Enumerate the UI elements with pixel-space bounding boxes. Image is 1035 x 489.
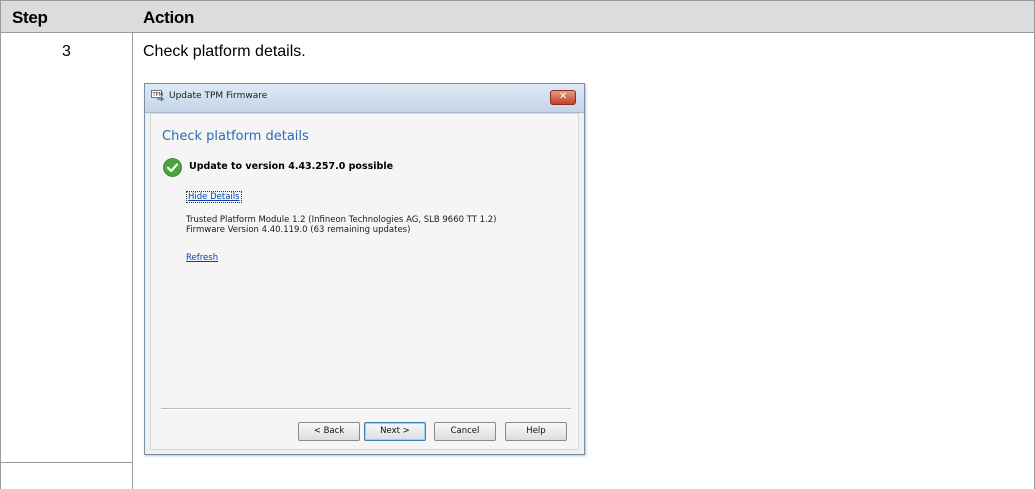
close-icon: ✕: [559, 91, 568, 102]
dialog-content: Check platform details Update to version…: [150, 113, 579, 450]
header-action-label: Action: [143, 8, 195, 27]
dialog-titlebar: TPM Update TPM Firmware ✕: [145, 84, 584, 113]
step-number: 3: [62, 43, 71, 60]
header-step-cell: Step: [0, 0, 133, 33]
hide-details-link[interactable]: Hide Details: [186, 191, 242, 203]
back-button[interactable]: < Back: [298, 422, 360, 441]
dialog-heading: Check platform details: [162, 129, 309, 144]
refresh-link[interactable]: Refresh: [186, 253, 218, 263]
column-divider: [132, 33, 133, 489]
update-tpm-firmware-dialog: TPM Update TPM Firmware ✕ Check platform…: [144, 83, 585, 455]
update-status-text: Update to version 4.43.257.0 possible: [189, 161, 394, 172]
success-check-icon: [163, 158, 182, 177]
next-button[interactable]: Next >: [364, 422, 426, 441]
header-action-cell: Action: [132, 0, 1035, 33]
help-button[interactable]: Help: [505, 422, 567, 441]
left-border: [0, 33, 1, 489]
header-step-label: Step: [12, 8, 48, 27]
dialog-title: Update TPM Firmware: [169, 91, 268, 101]
firmware-version-info: Firmware Version 4.40.119.0 (63 remainin…: [186, 225, 411, 235]
cancel-button[interactable]: Cancel: [434, 422, 496, 441]
row-bottom-border: [0, 462, 133, 463]
procedure-table: Step Action 3 Check platform details. TP…: [0, 0, 1035, 489]
button-separator: [161, 408, 571, 410]
close-button[interactable]: ✕: [550, 90, 576, 105]
tpm-module-info: Trusted Platform Module 1.2 (Infineon Te…: [186, 215, 497, 225]
action-text: Check platform details.: [143, 43, 306, 60]
tpm-icon: TPM: [151, 90, 165, 102]
